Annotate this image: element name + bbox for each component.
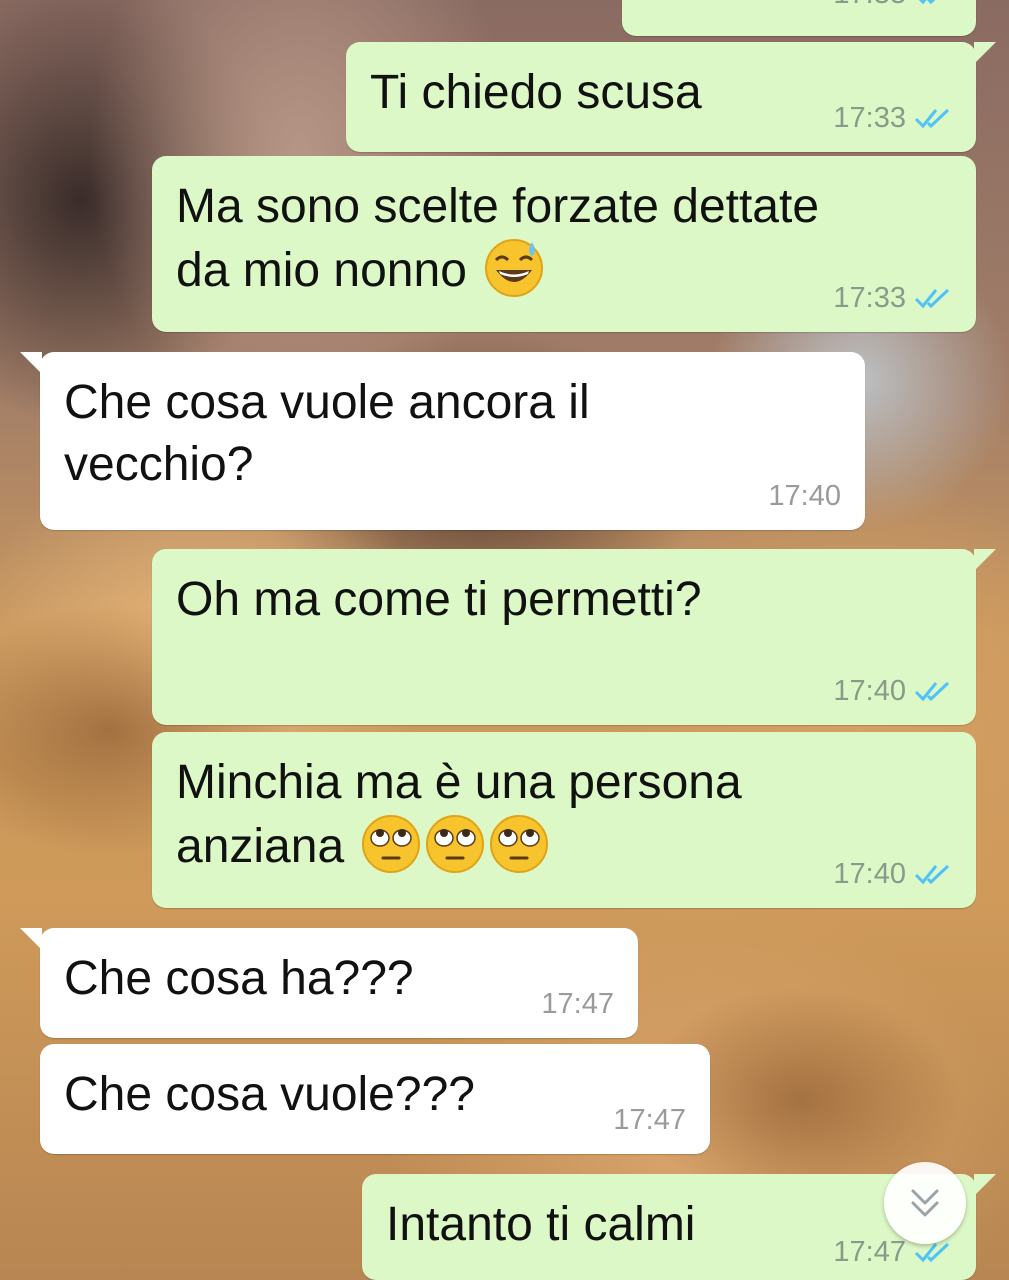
double-check-icon xyxy=(918,0,936,5)
message-text: Intanto ti calmi xyxy=(386,1198,696,1251)
message-outgoing[interactable]: 17:33 xyxy=(622,0,976,36)
message-meta: 17:40 xyxy=(833,675,952,707)
message-time: 17:33 xyxy=(833,0,906,10)
double-check-icon xyxy=(914,681,950,702)
grinning-sweat-emoji-icon xyxy=(485,239,544,297)
double-check-icon xyxy=(914,864,950,885)
message-outgoing[interactable]: Intanto ti calmi 17:47 xyxy=(362,1174,996,1280)
scroll-to-bottom-button[interactable] xyxy=(884,1162,966,1244)
eye-roll-emoji-icon xyxy=(362,815,421,873)
message-text: Ti chiedo scusa xyxy=(370,66,702,119)
message-meta: 17:47 xyxy=(613,1104,686,1136)
message-outgoing[interactable]: Ti chiedo scusa 17:33 xyxy=(346,42,996,152)
double-check-icon xyxy=(914,288,950,309)
message-text: Che cosa ha??? xyxy=(64,952,414,1005)
message-incoming[interactable]: Che cosa vuole??? 17:47 xyxy=(40,1044,710,1154)
message-text: Oh ma come ti permetti? xyxy=(176,573,702,626)
message-time: 17:47 xyxy=(613,1104,686,1136)
message-time: 17:40 xyxy=(768,480,841,512)
message-meta: 17:40 xyxy=(833,858,952,890)
message-text: Che cosa vuole ancora il vecchio? xyxy=(64,376,590,491)
message-meta: 17:33 xyxy=(833,282,952,314)
message-time: 17:47 xyxy=(541,988,614,1020)
message-outgoing[interactable]: Ma sono scelte forzate dettate da mio no… xyxy=(152,156,976,332)
message-meta: 17:40 xyxy=(768,480,841,512)
message-time: 17:33 xyxy=(833,102,906,134)
double-check-icon xyxy=(914,1242,950,1263)
message-meta: 17:33 xyxy=(833,102,952,134)
message-incoming[interactable]: Che cosa ha??? 17:47 xyxy=(20,928,638,1038)
message-time: 17:40 xyxy=(833,675,906,707)
message-text: Che cosa vuole??? xyxy=(64,1068,475,1121)
message-time: 17:40 xyxy=(833,858,906,890)
double-check-icon xyxy=(914,108,950,129)
message-meta: 17:33 xyxy=(833,0,952,10)
message-outgoing[interactable]: Oh ma come ti permetti? 17:40 xyxy=(152,549,996,725)
message-time: 17:47 xyxy=(833,1236,906,1268)
message-time: 17:33 xyxy=(833,282,906,314)
message-outgoing[interactable]: Minchia ma è una persona anziana 17:40 xyxy=(152,732,976,908)
chevron-double-down-icon xyxy=(911,1189,939,1217)
eye-roll-emoji-icon xyxy=(426,815,485,873)
eye-roll-emoji-icon xyxy=(490,815,549,873)
message-meta: 17:47 xyxy=(541,988,614,1020)
message-incoming[interactable]: Che cosa vuole ancora il vecchio? 17:40 xyxy=(20,352,865,530)
